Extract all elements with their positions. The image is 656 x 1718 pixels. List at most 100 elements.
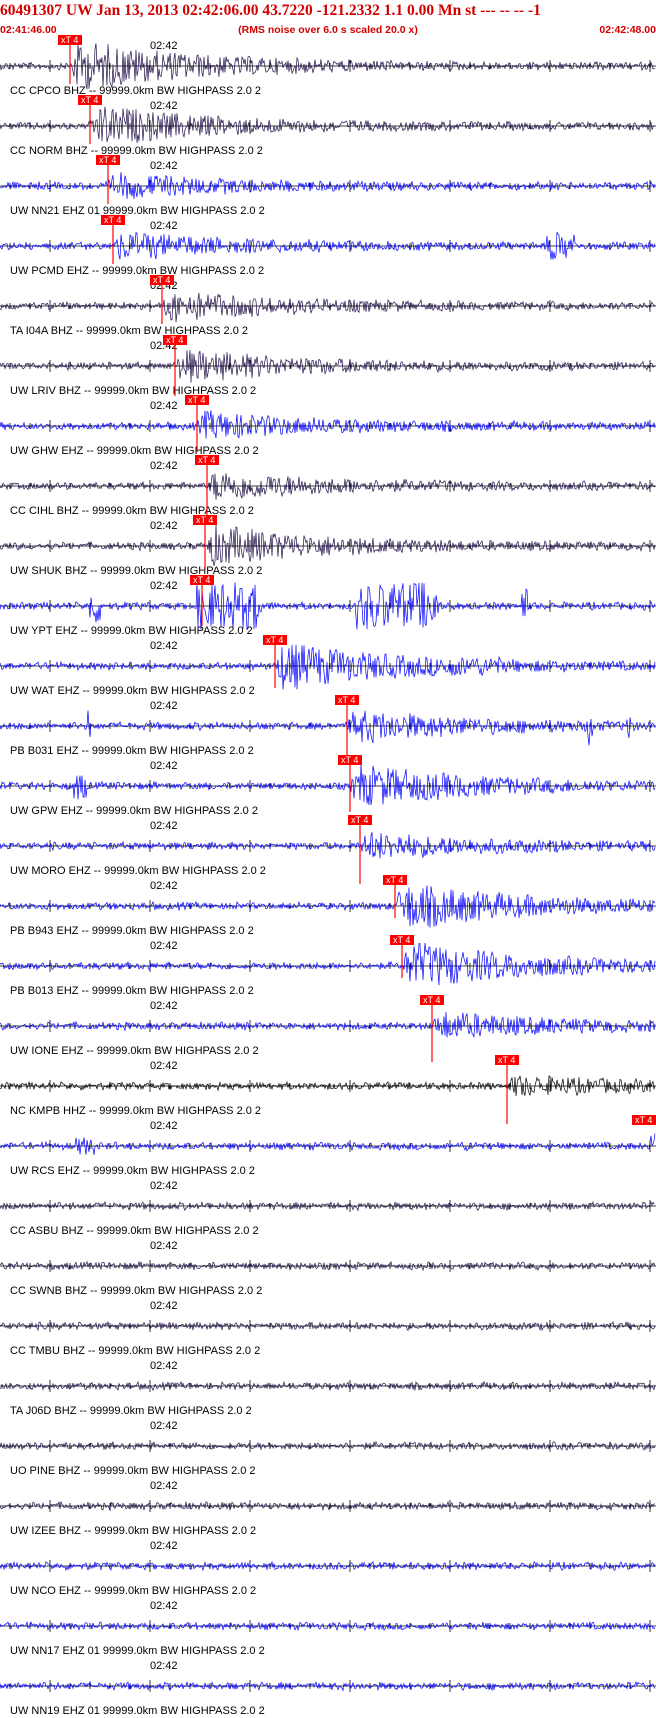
time-tick-label: 02:42 bbox=[150, 1540, 178, 1552]
channel-row: 02:42 UW IONE EHZ -- 99999.0km BW HIGHPAS… bbox=[0, 995, 656, 1062]
channel-label: CC SWNB BHZ -- 99999.0km BW HIGHPASS 2.0… bbox=[10, 1285, 262, 1297]
channel-label: UW GHW EHZ -- 99999.0km BW HIGHPASS 2.0 … bbox=[10, 445, 259, 457]
time-tick-label: 02:42 bbox=[150, 100, 178, 112]
channel-row: 02:42 UW WAT EHZ -- 99999.0km BW HIGHPASS… bbox=[0, 635, 656, 697]
channel-label: PB B943 EHZ -- 99999.0km BW HIGHPASS 2.0… bbox=[10, 925, 254, 937]
pick-label: xT 4 bbox=[386, 875, 403, 885]
channel-row: 02:42 UW MORO EHZ -- 99999.0km BW HIGHPAS… bbox=[0, 815, 656, 884]
waveform-trace bbox=[0, 1260, 656, 1272]
channel-label: UW NN21 EHZ 01 99999.0km BW HIGHPASS 2.0… bbox=[10, 205, 265, 217]
channel-label: CC TMBU BHZ -- 99999.0km BW HIGHPASS 2.0… bbox=[10, 1345, 260, 1357]
channel-label: PB B031 EHZ -- 99999.0km BW HIGHPASS 2.0… bbox=[10, 745, 254, 757]
waveform-trace bbox=[0, 885, 656, 928]
channel-label: NC KMPB HHZ -- 99999.0km BW HIGHPASS 2.0… bbox=[10, 1105, 261, 1117]
channel-label: UW WAT EHZ -- 99999.0km BW HIGHPASS 2.0 … bbox=[10, 685, 255, 697]
channel-label: UW PCMD EHZ -- 99999.0km BW HIGHPASS 2.0… bbox=[10, 265, 264, 277]
channel-row: 02:42 CC CIHL BHZ -- 99999.0km BW HIGHPAS… bbox=[0, 455, 656, 517]
channel-row: 02:42 UW SHUK BHZ -- 99999.0km BW HIGHPAS… bbox=[0, 515, 656, 577]
time-tick-label: 02:42 bbox=[150, 1660, 178, 1672]
channel-label: TA J06D BHZ -- 99999.0km BW HIGHPASS 2.0… bbox=[10, 1405, 252, 1417]
channel-row: 02:42 UW GHW EHZ -- 99999.0km BW HIGHPASS… bbox=[0, 395, 656, 457]
channel-label: UW NN17 EHZ 01 99999.0km BW HIGHPASS 2.0… bbox=[10, 1645, 265, 1657]
pick-label: xT 4 bbox=[61, 35, 78, 45]
waveform-trace bbox=[0, 410, 656, 439]
channel-label: UW NCO EHZ -- 99999.0km BW HIGHPASS 2.0 … bbox=[10, 1585, 256, 1597]
time-tick-label: 02:42 bbox=[150, 220, 178, 232]
time-tick-label: 02:42 bbox=[150, 1300, 178, 1312]
channel-row: 02:42 UW IZEE BHZ -- 99999.0km BW HIGHPAS… bbox=[0, 1480, 656, 1537]
channel-row: 02:42 UO PINE BHZ -- 99999.0km BW HIGHPAS… bbox=[0, 1420, 656, 1477]
channel-row: 02:42TA I04A BHZ -- 99999.0km BW HIGHPAS… bbox=[0, 275, 656, 337]
pick-label: xT 4 bbox=[341, 755, 358, 765]
channel-label: UO PINE BHZ -- 99999.0km BW HIGHPASS 2.0… bbox=[10, 1465, 256, 1477]
channel-row: 02:42 UW RCS EHZ -- 99999.0km BW HIGHPASS… bbox=[0, 1115, 656, 1177]
pick-label: xT 4 bbox=[188, 395, 205, 405]
channel-row: 02:42UW LRIV BHZ -- 99999.0km BW HIGHPAS… bbox=[0, 335, 656, 397]
waveform-trace bbox=[0, 644, 656, 690]
pick-label: xT 4 bbox=[635, 1115, 652, 1125]
time-tick-label: 02:42 bbox=[150, 520, 178, 532]
waveform-trace bbox=[0, 350, 656, 383]
channel-row: 02:42 PB B013 EHZ -- 99999.0km BW HIGHPAS… bbox=[0, 935, 656, 997]
time-tick-label: 02:42 bbox=[150, 460, 178, 472]
channel-label: CC CPCO BHZ -- 99999.0km BW HIGHPASS 2.0… bbox=[10, 85, 261, 97]
channel-row: 02:42 UW NCO EHZ -- 99999.0km BW HIGHPASS… bbox=[0, 1540, 656, 1597]
time-tick-label: 02:42 bbox=[150, 400, 178, 412]
time-tick-label: 02:42 bbox=[150, 1060, 178, 1072]
waveform-trace bbox=[0, 832, 656, 859]
time-tick-label: 02:42 bbox=[150, 160, 178, 172]
pick-label: xT 4 bbox=[153, 275, 170, 285]
pick-label: xT 4 bbox=[99, 155, 116, 165]
channel-row: 02:42 CC CPCO BHZ -- 99999.0km BW HIGHPAS… bbox=[0, 35, 656, 97]
time-tick-label: 02:42 bbox=[150, 1600, 178, 1612]
waveform-trace bbox=[0, 710, 656, 746]
waveform-trace bbox=[0, 172, 656, 199]
channel-row: 02:42 CC ASBU BHZ -- 99999.0km BW HIGHPAS… bbox=[0, 1180, 656, 1237]
time-tick-label: 02:42 bbox=[150, 1240, 178, 1252]
channel-row: 02:42 UW NN19 EHZ 01 99999.0km BW HIGHPAS… bbox=[0, 1660, 656, 1717]
channel-label: CC ASBU BHZ -- 99999.0km BW HIGHPASS 2.0… bbox=[10, 1225, 259, 1237]
time-tick-label: 02:42 bbox=[150, 940, 178, 952]
time-tick-label: 02:42 bbox=[150, 1120, 178, 1132]
channel-row: 02:42 CC TMBU BHZ -- 99999.0km BW HIGHPAS… bbox=[0, 1300, 656, 1357]
pick-label: xT 4 bbox=[338, 695, 355, 705]
pick-label: xT 4 bbox=[166, 335, 183, 345]
channel-label: UW IZEE BHZ -- 99999.0km BW HIGHPASS 2.0… bbox=[10, 1525, 256, 1537]
pick-label: xT 4 bbox=[104, 215, 121, 225]
waveform-trace bbox=[0, 1012, 656, 1038]
channel-row: 02:42 UW NN17 EHZ 01 99999.0km BW HIGHPAS… bbox=[0, 1600, 656, 1657]
channel-label: CC CIHL BHZ -- 99999.0km BW HIGHPASS 2.0… bbox=[10, 505, 254, 517]
pick-label: xT 4 bbox=[423, 995, 440, 1005]
channel-row: 02:42 CC SWNB BHZ -- 99999.0km BW HIGHPAS… bbox=[0, 1240, 656, 1297]
channel-label: UW RCS EHZ -- 99999.0km BW HIGHPASS 2.0 … bbox=[10, 1165, 255, 1177]
channel-row: 02:42 UW GPW EHZ -- 99999.0km BW HIGHPASS… bbox=[0, 755, 656, 817]
channel-label: UW NN19 EHZ 01 99999.0km BW HIGHPASS 2.0… bbox=[10, 1705, 265, 1717]
channel-row: 02:42 UW PCMD EHZ -- 99999.0km BW HIGHPAS… bbox=[0, 215, 656, 277]
time-tick-label: 02:42 bbox=[150, 1420, 178, 1432]
time-tick-label: 02:42 bbox=[150, 880, 178, 892]
time-tick-label: 02:42 bbox=[150, 1180, 178, 1192]
channel-row: 02:42 UW NN21 EHZ 01 99999.0km BW HIGHPAS… bbox=[0, 155, 656, 217]
channel-label: UW GPW EHZ -- 99999.0km BW HIGHPASS 2.0 … bbox=[10, 805, 258, 817]
channel-row: 02:42 CC NORM BHZ -- 99999.0km BW HIGHPAS… bbox=[0, 95, 656, 157]
pick-label: xT 4 bbox=[498, 1055, 515, 1065]
channel-label: UW IONE EHZ -- 99999.0km BW HIGHPASS 2.0… bbox=[10, 1045, 259, 1057]
pick-label: xT 4 bbox=[81, 95, 98, 105]
waveform-trace bbox=[0, 763, 656, 806]
time-tick-label: 02:42 bbox=[150, 820, 178, 832]
time-tick-label: 02:42 bbox=[150, 700, 178, 712]
pick-label: xT 4 bbox=[193, 575, 210, 585]
pick-label: xT 4 bbox=[351, 815, 368, 825]
channels: 02:42 CC CPCO BHZ -- 99999.0km BW HIGHPAS… bbox=[0, 35, 656, 1717]
channel-row: 02:42 UW YPT EHZ -- 99999.0km BW HIGHPASS… bbox=[0, 575, 656, 637]
seismogram-plot: 02:42 CC CPCO BHZ -- 99999.0km BW HIGHPAS… bbox=[0, 35, 656, 1717]
waveform-trace bbox=[0, 106, 656, 143]
channel-row: 02:42 NC KMPB HHZ -- 99999.0km BW HIGHPAS… bbox=[0, 1055, 656, 1124]
pick-label: xT 4 bbox=[266, 635, 283, 645]
waveform-trace bbox=[0, 524, 656, 566]
channel-label: UW LRIV BHZ -- 99999.0km BW HIGHPASS 2.0… bbox=[10, 385, 256, 397]
time-tick-label: 02:42 bbox=[150, 1000, 178, 1012]
waveform-trace bbox=[0, 1133, 656, 1155]
waveform-trace bbox=[0, 1680, 656, 1692]
channel-label: CC NORM BHZ -- 99999.0km BW HIGHPASS 2.0… bbox=[10, 145, 263, 157]
